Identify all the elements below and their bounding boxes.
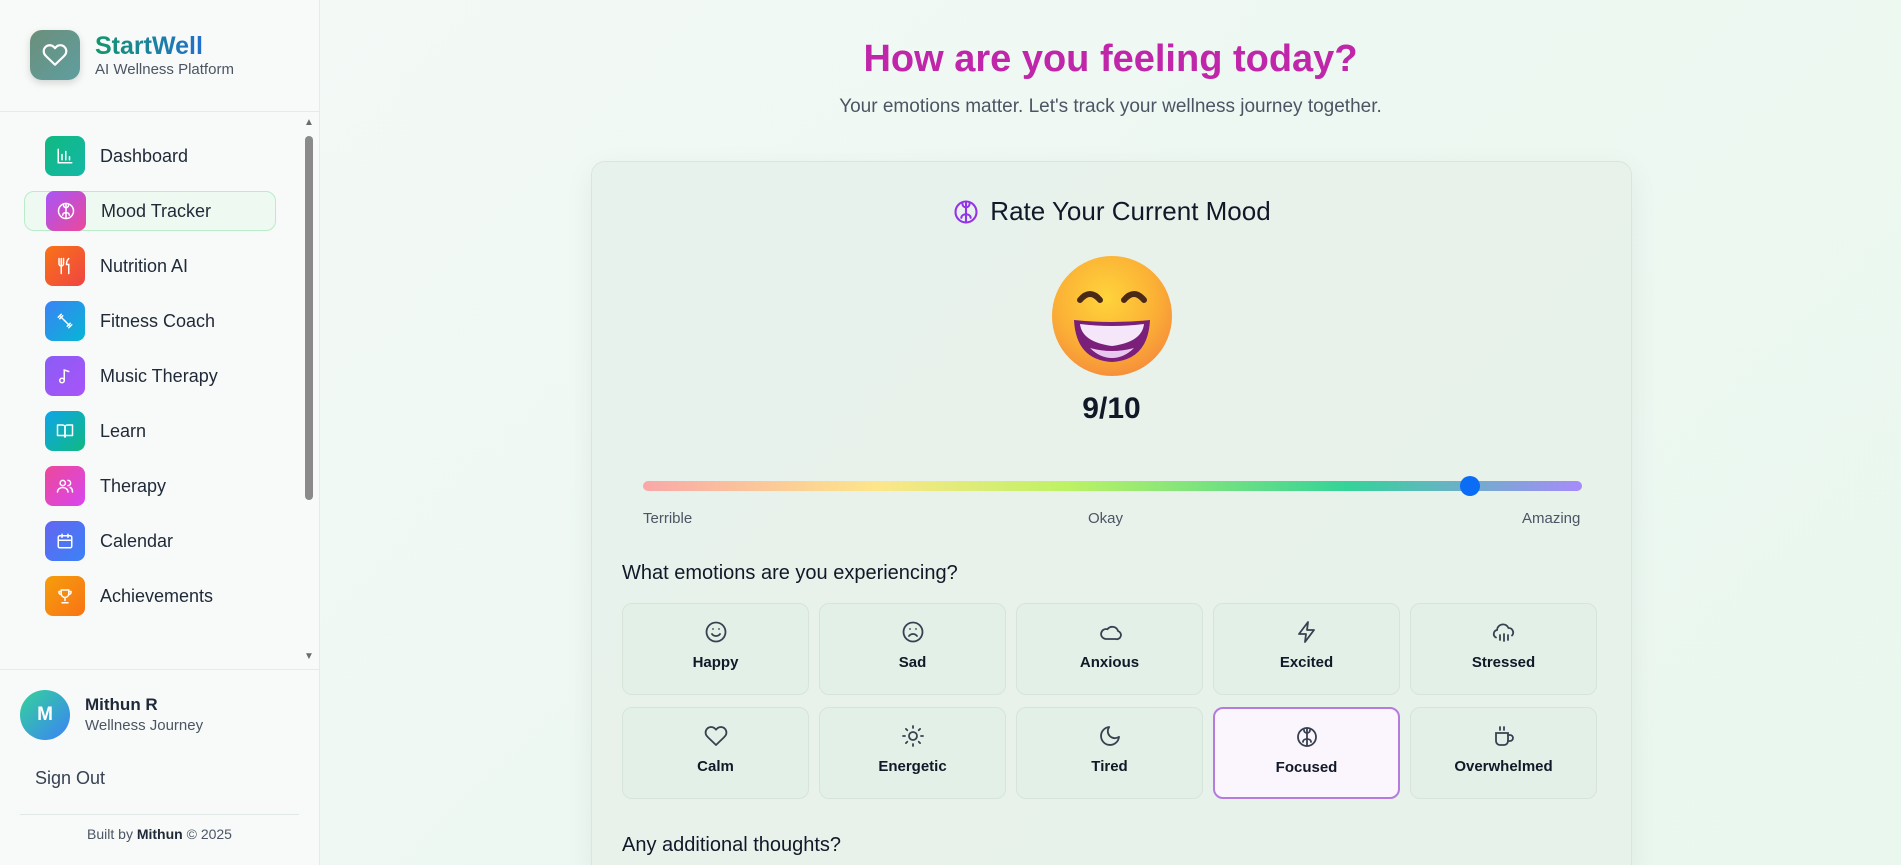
sidebar-item-mood-tracker[interactable]: Mood Tracker xyxy=(24,191,276,231)
emotion-label: Happy xyxy=(692,654,739,671)
moon-icon xyxy=(1098,724,1122,748)
emotion-anxious[interactable]: Anxious xyxy=(1016,603,1203,695)
sidebar-item-fitness-coach[interactable]: Fitness Coach xyxy=(24,301,276,341)
sidebar-item-nutrition-ai[interactable]: Nutrition AI xyxy=(24,246,276,286)
sidebar-item-label: Learn xyxy=(100,420,147,441)
scrollbar-thumb[interactable] xyxy=(305,136,313,500)
page-title: How are you feeling today? xyxy=(863,38,1358,80)
sidebar-item-therapy[interactable]: Therapy xyxy=(24,466,276,506)
scale-label-low: Terrible xyxy=(643,510,693,527)
sidebar-item-label: Fitness Coach xyxy=(100,310,216,331)
emotion-energetic[interactable]: Energetic xyxy=(819,707,1006,799)
sidebar-item-dashboard[interactable]: Dashboard xyxy=(24,136,276,176)
footer-prefix: Built by xyxy=(87,826,133,842)
sidebar-item-music-therapy[interactable]: Music Therapy xyxy=(24,356,276,396)
avatar: M xyxy=(20,690,70,740)
scale-label-mid: Okay xyxy=(1088,510,1124,527)
sidebar-item-label: Mood Tracker xyxy=(101,200,212,221)
grinning-emoji-icon xyxy=(1050,254,1174,378)
music-note-icon xyxy=(45,356,85,396)
emotion-label: Tired xyxy=(1091,758,1128,775)
brand[interactable]: StartWell AI Wellness Platform xyxy=(30,30,234,80)
brand-name: StartWell xyxy=(95,31,234,61)
heart-icon xyxy=(704,724,728,748)
emotion-sad[interactable]: Sad xyxy=(819,603,1006,695)
footer-author: Mithun xyxy=(136,826,183,842)
sidebar-item-calendar[interactable]: Calendar xyxy=(24,521,276,561)
sun-icon xyxy=(901,724,925,748)
thoughts-heading: Any additional thoughts? xyxy=(622,834,842,856)
sidebar-item-achievements[interactable]: Achievements xyxy=(24,576,276,616)
footer-suffix: © 2025 xyxy=(186,826,232,842)
sidebar-item-label: Music Therapy xyxy=(100,365,218,386)
smile-icon xyxy=(704,620,728,644)
emotion-tired[interactable]: Tired xyxy=(1016,707,1203,799)
sidebar-item-label: Nutrition AI xyxy=(100,255,189,276)
book-icon xyxy=(45,411,85,451)
divider xyxy=(0,669,319,670)
sidebar-scrollbar[interactable]: ▲ ▼ xyxy=(303,118,315,662)
emotion-label: Calm xyxy=(697,758,734,775)
cloud-icon xyxy=(1098,620,1122,644)
bar-chart-icon xyxy=(45,136,85,176)
sidebar-item-label: Achievements xyxy=(100,585,214,606)
emotion-happy[interactable]: Happy xyxy=(622,603,809,695)
emotion-label: Excited xyxy=(1279,654,1334,671)
mood-slider[interactable] xyxy=(643,476,1582,496)
scroll-up-icon[interactable]: ▲ xyxy=(303,118,315,128)
emotion-label: Energetic xyxy=(878,758,947,775)
emotion-label: Overwhelmed xyxy=(1454,758,1553,775)
brain-icon xyxy=(46,191,86,231)
sidebar-item-label: Dashboard xyxy=(100,145,189,166)
dumbbell-icon xyxy=(45,301,85,341)
sidebar-item-label: Calendar xyxy=(100,530,174,551)
emotion-label: Stressed xyxy=(1471,654,1536,671)
card-title: Rate Your Current Mood xyxy=(990,196,1271,226)
sign-out-button[interactable]: Sign Out xyxy=(35,768,105,789)
calendar-icon xyxy=(45,521,85,561)
brand-subtitle: AI Wellness Platform xyxy=(95,61,234,78)
emotion-excited[interactable]: Excited xyxy=(1213,603,1400,695)
utensils-icon xyxy=(45,246,85,286)
scale-label-high: Amazing xyxy=(1522,510,1581,527)
heart-logo-icon xyxy=(30,30,80,80)
mood-score: 9/10 xyxy=(1082,392,1141,425)
emotion-label: Anxious xyxy=(1079,654,1140,671)
emotion-calm[interactable]: Calm xyxy=(622,707,809,799)
emotion-stressed[interactable]: Stressed xyxy=(1410,603,1597,695)
brain-icon xyxy=(1295,725,1319,749)
emotions-heading: What emotions are you experiencing? xyxy=(622,562,958,584)
brain-icon xyxy=(952,198,980,226)
divider xyxy=(0,111,319,112)
lightning-icon xyxy=(1295,620,1319,644)
emotion-focused[interactable]: Focused xyxy=(1213,707,1400,799)
emotion-label: Sad xyxy=(898,654,927,671)
frown-icon xyxy=(901,620,925,644)
mood-slider-thumb[interactable] xyxy=(1460,476,1480,496)
user-profile[interactable]: M Mithun R Wellness Journey xyxy=(20,690,203,740)
page-subtitle: Your emotions matter. Let's track your w… xyxy=(839,96,1382,117)
sidebar: StartWell AI Wellness Platform Dashboard… xyxy=(0,0,320,865)
trophy-icon xyxy=(45,576,85,616)
scroll-down-icon[interactable]: ▼ xyxy=(303,652,315,662)
users-icon xyxy=(45,466,85,506)
sidebar-item-label: Therapy xyxy=(100,475,167,496)
cloud-rain-icon xyxy=(1492,620,1516,644)
emotion-label: Focused xyxy=(1275,759,1338,776)
coffee-icon xyxy=(1492,724,1516,748)
card-header: Rate Your Current Mood xyxy=(592,196,1631,227)
emotion-overwhelmed[interactable]: Overwhelmed xyxy=(1410,707,1597,799)
sidebar-nav: Dashboard Mood Tracker Nutrition AI Fitn… xyxy=(24,136,276,631)
sidebar-item-learn[interactable]: Learn xyxy=(24,411,276,451)
footer-credit: Built by Mithun © 2025 xyxy=(0,826,319,842)
divider xyxy=(20,814,299,815)
user-subtitle: Wellness Journey xyxy=(85,717,204,734)
user-name: Mithun R xyxy=(85,695,158,714)
mood-card: Rate Your Current Mood 9/10 Terrible Oka… xyxy=(591,161,1632,865)
